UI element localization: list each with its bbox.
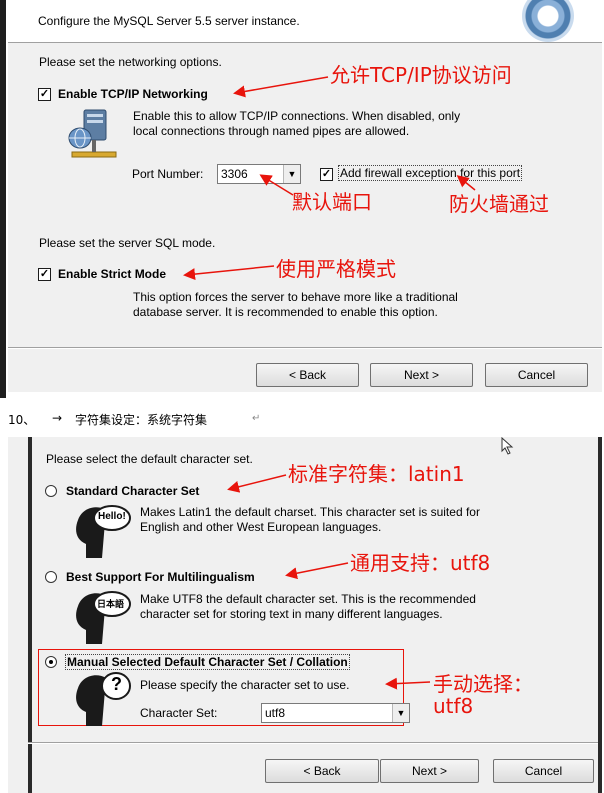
- tcp-description-line1: Enable this to allow TCP/IP connections.…: [133, 109, 461, 123]
- manual-description: Please specify the character set to use.: [140, 678, 350, 692]
- multilingual-description-line2: character set for storing text in many d…: [140, 607, 443, 621]
- port-number-combobox[interactable]: 3306 ▼: [217, 164, 301, 184]
- button-separator: [8, 347, 602, 349]
- firewall-checkbox[interactable]: ✓: [320, 168, 333, 181]
- step-arrow-icon: →: [52, 411, 63, 425]
- strict-description-line2: database server. It is recommended to en…: [133, 305, 438, 319]
- standard-description-line2: English and other West European language…: [140, 520, 382, 534]
- port-label: Port Number:: [132, 167, 204, 181]
- tcp-description-line2: local connections through named pipes ar…: [133, 124, 410, 138]
- speaking-head-icon: [76, 591, 131, 644]
- tcp-checkbox-label[interactable]: Enable TCP/IP Networking: [58, 87, 208, 101]
- check-mark-icon: ✓: [39, 268, 50, 280]
- step-number: 10、: [8, 413, 36, 427]
- annotation-port: 默认端口: [292, 190, 372, 214]
- firewall-checkbox-label[interactable]: Add firewall exception for this port: [338, 165, 523, 181]
- question-head-icon: [76, 672, 131, 726]
- manual-charset-radio[interactable]: [45, 656, 57, 668]
- multilingual-description-line1: Make UTF8 the default character set. Thi…: [140, 592, 476, 606]
- button-separator: [28, 742, 598, 744]
- next-button[interactable]: Next >: [370, 363, 473, 387]
- multilingual-charset-radio[interactable]: [45, 571, 57, 583]
- window-right-edge: [598, 437, 602, 793]
- annotation-standard: 标准字符集：latin1: [288, 462, 465, 486]
- port-value: 3306: [221, 167, 248, 181]
- networking-prompt: Please set the networking options.: [39, 55, 222, 69]
- annotation-tcp: 允许TCP/IP协议访问: [330, 63, 512, 87]
- standard-description-line1: Makes Latin1 the default charset. This c…: [140, 505, 480, 519]
- character-set-label: Character Set:: [140, 706, 218, 720]
- step-text: 字符集设定：系统字符集: [75, 413, 208, 427]
- character-set-value: utf8: [265, 706, 286, 720]
- network-server-icon: [68, 109, 117, 158]
- radio-selected-dot: [49, 660, 53, 664]
- cancel-button[interactable]: Cancel: [493, 759, 594, 783]
- back-button[interactable]: < Back: [256, 363, 359, 387]
- standard-charset-label[interactable]: Standard Character Set: [66, 484, 199, 498]
- next-button[interactable]: Next >: [380, 759, 479, 783]
- charset-prompt: Please select the default character set.: [46, 452, 253, 466]
- multilingual-charset-label[interactable]: Best Support For Multilingualism: [66, 570, 255, 584]
- speaking-head-icon: [76, 505, 131, 558]
- hello-bubble-text: Hello!: [98, 511, 126, 522]
- chevron-down-icon[interactable]: ▼: [392, 704, 409, 722]
- sql-mode-prompt: Please set the server SQL mode.: [39, 236, 216, 250]
- chevron-down-icon[interactable]: ▼: [283, 165, 300, 183]
- header-subtitle: Configure the MySQL Server 5.5 server in…: [38, 14, 300, 28]
- annotation-manual-line2: utf8: [433, 694, 474, 718]
- strict-description-line1: This option forces the server to behave …: [133, 290, 458, 304]
- tcp-checkbox[interactable]: ✓: [38, 88, 51, 101]
- paragraph-mark: ↵: [252, 413, 261, 424]
- question-bubble-text: ?: [111, 674, 122, 694]
- annotation-multilingual: 通用支持：utf8: [350, 551, 491, 575]
- strict-mode-label[interactable]: Enable Strict Mode: [58, 267, 166, 281]
- wizard-header: Configure the MySQL Server 5.5 server in…: [8, 0, 602, 43]
- standard-charset-radio[interactable]: [45, 485, 57, 497]
- back-button[interactable]: < Back: [265, 759, 379, 783]
- window-left-edge: [0, 0, 6, 398]
- strict-mode-checkbox[interactable]: ✓: [38, 268, 51, 281]
- japanese-bubble-text: 日本語: [97, 600, 125, 610]
- character-set-combobox[interactable]: utf8 ▼: [261, 703, 410, 723]
- annotation-strict: 使用严格模式: [276, 257, 396, 281]
- window-left-edge: [28, 437, 32, 793]
- check-mark-icon: ✓: [321, 168, 332, 180]
- mouse-cursor-icon: [501, 437, 514, 455]
- annotation-firewall: 防火墙通过: [449, 192, 549, 216]
- check-mark-icon: ✓: [39, 88, 50, 100]
- cancel-button[interactable]: Cancel: [485, 363, 588, 387]
- annotation-manual-line1: 手动选择：: [433, 672, 533, 696]
